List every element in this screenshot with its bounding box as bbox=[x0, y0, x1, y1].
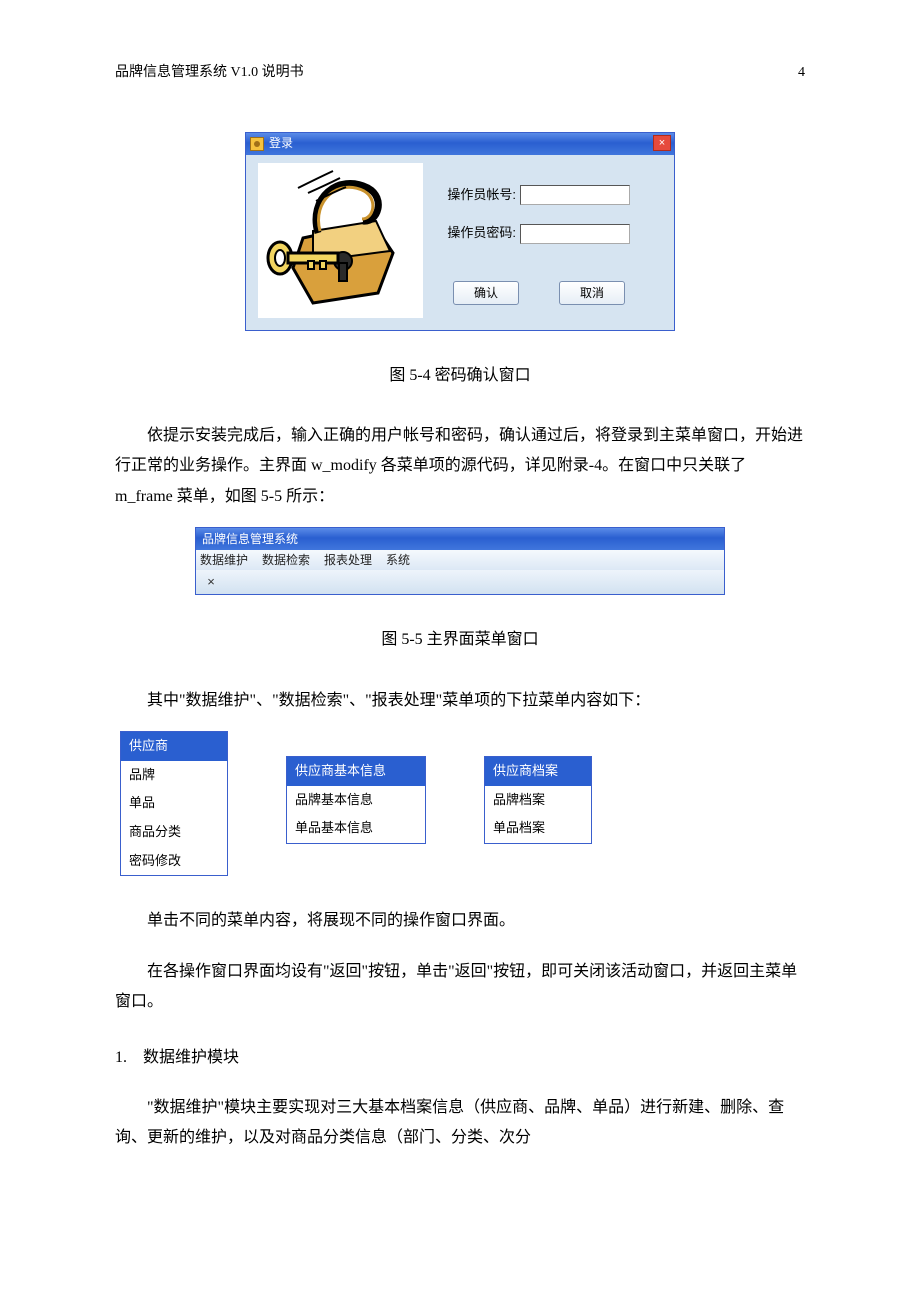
paragraph-4: 在各操作窗口界面均设有"返回"按钮，单击"返回"按钮，即可关闭该活动窗口，并返回… bbox=[115, 957, 805, 1018]
figure-login: 登录 × bbox=[115, 132, 805, 331]
doc-title: 品牌信息管理系统 V1.0 说明书 bbox=[115, 60, 304, 87]
paragraph-2: 其中"数据维护"、"数据检索"、"报表处理"菜单项的下拉菜单内容如下： bbox=[115, 686, 805, 716]
password-row: 操作员密码: bbox=[438, 221, 662, 246]
login-title-text: 登录 bbox=[269, 132, 293, 155]
dropdown-item-brand-info[interactable]: 品牌基本信息 bbox=[287, 786, 425, 815]
menu-item-data-search[interactable]: 数据检索 bbox=[262, 549, 310, 572]
dropdown-wrap-3: 供应商档案 品牌档案 单品档案 bbox=[484, 756, 592, 876]
dropdown-item-supplier-info[interactable]: 供应商基本信息 bbox=[287, 757, 425, 786]
toolbar-close-icon[interactable]: × bbox=[202, 573, 220, 591]
password-input[interactable] bbox=[520, 224, 630, 244]
page-number: 4 bbox=[798, 60, 805, 87]
dropdown-item-supplier[interactable]: 供应商 bbox=[121, 732, 227, 761]
menu-item-data-maintain[interactable]: 数据维护 bbox=[200, 549, 248, 572]
page-header: 品牌信息管理系统 V1.0 说明书 4 bbox=[115, 60, 805, 87]
account-row: 操作员帐号: bbox=[438, 183, 662, 208]
caption-5-4: 图 5-4 密码确认窗口 bbox=[115, 361, 805, 391]
dropdown-item-single[interactable]: 单品 bbox=[121, 789, 227, 818]
dropdown-item-brand[interactable]: 品牌 bbox=[121, 761, 227, 790]
account-input[interactable] bbox=[520, 185, 630, 205]
menu-item-system[interactable]: 系统 bbox=[386, 549, 410, 572]
login-artwork bbox=[258, 163, 423, 318]
dropdown-item-single-info[interactable]: 单品基本信息 bbox=[287, 814, 425, 843]
paragraph-1: 依提示安装完成后，输入正确的用户帐号和密码，确认通过后，将登录到主菜单窗口，开始… bbox=[115, 421, 805, 512]
section-number: 1. bbox=[115, 1043, 139, 1073]
figure-dropdowns: 供应商 品牌 单品 商品分类 密码修改 供应商基本信息 品牌基本信息 单品基本信… bbox=[120, 731, 805, 876]
close-icon[interactable]: × bbox=[653, 135, 671, 151]
login-titlebar: 登录 × bbox=[246, 133, 674, 155]
ok-button[interactable]: 确认 bbox=[453, 281, 519, 305]
menubar-toolbar: × bbox=[196, 570, 724, 594]
figure-menubar: 品牌信息管理系统 数据维护 数据检索 报表处理 系统 × bbox=[115, 527, 805, 595]
dropdown-wrap-2: 供应商基本信息 品牌基本信息 单品基本信息 bbox=[286, 756, 426, 876]
paragraph-5: "数据维护"模块主要实现对三大基本档案信息（供应商、品牌、单品）进行新建、删除、… bbox=[115, 1093, 805, 1154]
password-label: 操作员密码: bbox=[438, 221, 516, 246]
dropdown-data-search: 供应商基本信息 品牌基本信息 单品基本信息 bbox=[286, 756, 426, 844]
dropdown-item-supplier-file[interactable]: 供应商档案 bbox=[485, 757, 591, 786]
dropdown-report: 供应商档案 品牌档案 单品档案 bbox=[484, 756, 592, 844]
cancel-button[interactable]: 取消 bbox=[559, 281, 625, 305]
caption-5-5: 图 5-5 主界面菜单窗口 bbox=[115, 625, 805, 655]
dropdown-item-password[interactable]: 密码修改 bbox=[121, 847, 227, 876]
menubar-window: 品牌信息管理系统 数据维护 数据检索 报表处理 系统 × bbox=[195, 527, 725, 595]
dropdown-item-brand-file[interactable]: 品牌档案 bbox=[485, 786, 591, 815]
dropdown-data-maintain: 供应商 品牌 单品 商品分类 密码修改 bbox=[120, 731, 228, 876]
section-1-heading: 1. 数据维护模块 bbox=[115, 1043, 805, 1073]
login-titlebar-icon bbox=[250, 137, 264, 151]
section-title: 数据维护模块 bbox=[143, 1049, 239, 1066]
dropdown-item-single-file[interactable]: 单品档案 bbox=[485, 814, 591, 843]
menu-item-report[interactable]: 报表处理 bbox=[324, 549, 372, 572]
menubar-menu: 数据维护 数据检索 报表处理 系统 bbox=[196, 550, 724, 570]
dropdown-item-category[interactable]: 商品分类 bbox=[121, 818, 227, 847]
login-buttons: 确认 取消 bbox=[438, 281, 662, 305]
menubar-title: 品牌信息管理系统 bbox=[196, 528, 724, 550]
paragraph-3: 单击不同的菜单内容，将展现不同的操作窗口界面。 bbox=[115, 906, 805, 936]
account-label: 操作员帐号: bbox=[438, 183, 516, 208]
login-form: 操作员帐号: 操作员密码: 确认 取消 bbox=[423, 163, 662, 318]
login-dialog: 登录 × bbox=[245, 132, 675, 331]
login-body: 操作员帐号: 操作员密码: 确认 取消 bbox=[246, 155, 674, 330]
